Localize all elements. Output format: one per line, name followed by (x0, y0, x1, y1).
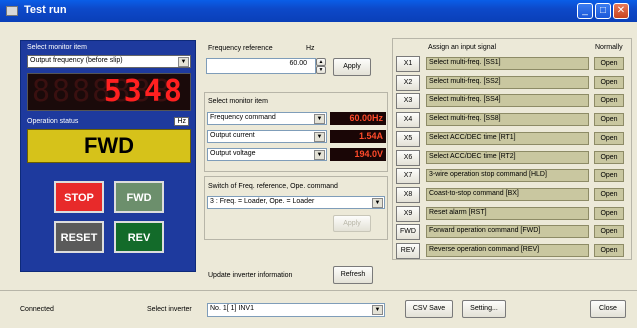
signal-assignment: Select multi-freq. [SS1] (426, 57, 589, 70)
reset-button[interactable]: RESET (54, 221, 104, 253)
monitor-panel: Select monitor item Output frequency (be… (20, 40, 196, 272)
frequency-input[interactable]: 60.00 (206, 58, 316, 74)
spin-down-icon[interactable]: ▼ (316, 66, 326, 74)
monitor-select-value: Output frequency (before slip) (30, 57, 123, 64)
refresh-button[interactable]: Refresh (333, 266, 373, 284)
switch-apply-button[interactable]: Apply (333, 215, 371, 232)
signal-assignment: 3-wire operation stop command [HLD] (426, 169, 589, 182)
input-key-button[interactable]: X2 (396, 75, 420, 91)
close-button[interactable]: Close (590, 300, 626, 318)
signal-assignment: Reverse operation command [REV] (426, 244, 589, 257)
frequency-apply-button[interactable]: Apply (333, 58, 371, 76)
normally-header: Normally (595, 44, 623, 51)
signal-assignment: Select ACC/DEC time [RT2] (426, 151, 589, 164)
led-display: 8888888 5348 (27, 73, 191, 111)
monitor-item-select[interactable]: Frequency command ▼ (207, 112, 327, 125)
title-bar: Test run _ □ ✕ (0, 0, 637, 22)
operation-status-label: Operation status (27, 118, 79, 125)
signal-normal-state: Open (594, 76, 624, 89)
signal-assignment: Coast-to-stop command [BX] (426, 188, 589, 201)
minimize-icon[interactable]: _ (577, 3, 593, 19)
close-icon[interactable]: ✕ (613, 3, 629, 19)
monitor-item-name: Output voltage (210, 150, 256, 157)
signal-normal-state: Open (594, 94, 624, 107)
input-key-button[interactable]: FWD (396, 224, 420, 240)
footer-divider (0, 290, 637, 291)
input-key-button[interactable]: X1 (396, 56, 420, 72)
select-inverter-label: Select inverter (147, 306, 192, 313)
inverter-select[interactable]: No. 1[ 1] INV1 ▼ (207, 303, 385, 317)
input-key-button[interactable]: X9 (396, 206, 420, 222)
chevron-down-icon[interactable]: ▼ (178, 57, 189, 67)
signal-normal-state: Open (594, 207, 624, 220)
maximize-icon[interactable]: □ (595, 3, 611, 19)
switch-label: Switch of Freq. reference, Ope. command (208, 183, 338, 190)
rev-button[interactable]: REV (114, 221, 164, 253)
signal-normal-state: Open (594, 113, 624, 126)
signal-normal-state: Open (594, 132, 624, 145)
monitor-item-select[interactable]: Output voltage ▼ (207, 148, 327, 161)
input-key-button[interactable]: X8 (396, 187, 420, 203)
input-key-button[interactable]: X3 (396, 93, 420, 109)
input-key-button[interactable]: X4 (396, 112, 420, 128)
inverter-value: No. 1[ 1] INV1 (210, 305, 254, 312)
signal-assignment: Reset alarm [RST] (426, 207, 589, 220)
monitor-item-value: 194.0V (330, 148, 386, 161)
signal-assignment: Select ACC/DEC time [RT1] (426, 132, 589, 145)
operation-status-display: FWD (27, 129, 191, 163)
chevron-down-icon[interactable]: ▼ (372, 198, 383, 208)
signal-assignment: Select multi-freq. [SS2] (426, 76, 589, 89)
input-key-button[interactable]: X7 (396, 168, 420, 184)
monitor-select-label: Select monitor item (27, 44, 87, 51)
input-key-button[interactable]: REV (396, 243, 420, 259)
connection-status: Connected (20, 306, 54, 313)
switch-select[interactable]: 3 : Freq. = Loader, Ope. = Loader ▼ (207, 196, 385, 209)
hz-unit: Hz (174, 117, 189, 126)
signal-normal-state: Open (594, 225, 624, 238)
chevron-down-icon[interactable]: ▼ (314, 114, 325, 124)
monitor-item-value: 60.00Hz (330, 112, 386, 125)
signal-normal-state: Open (594, 57, 624, 70)
monitor-item-name: Frequency command (210, 114, 276, 121)
monitor-item-value: 1.54A (330, 130, 386, 143)
frequency-unit: Hz (306, 45, 315, 52)
signal-normal-state: Open (594, 188, 624, 201)
signal-assignment: Forward operation command [FWD] (426, 225, 589, 238)
update-label: Update inverter information (208, 272, 293, 279)
signal-normal-state: Open (594, 151, 624, 164)
assign-signal-header: Assign an input signal (428, 44, 497, 51)
signal-normal-state: Open (594, 244, 624, 257)
monitor-item-name: Output current (210, 132, 255, 139)
chevron-down-icon[interactable]: ▼ (314, 132, 325, 142)
switch-value: 3 : Freq. = Loader, Ope. = Loader (210, 198, 315, 205)
frequency-label: Frequency reference (208, 45, 273, 52)
chevron-down-icon[interactable]: ▼ (314, 150, 325, 160)
window-title: Test run (24, 4, 67, 16)
spin-up-icon[interactable]: ▲ (316, 58, 326, 66)
signal-assignment: Select multi-freq. [SS8] (426, 113, 589, 126)
app-icon (6, 6, 18, 16)
signal-normal-state: Open (594, 169, 624, 182)
input-key-button[interactable]: X5 (396, 131, 420, 147)
setting-button[interactable]: Setting... (462, 300, 506, 318)
input-key-button[interactable]: X6 (396, 150, 420, 166)
led-value: 5348 (103, 74, 184, 109)
stop-button[interactable]: STOP (54, 181, 104, 213)
monitor-select[interactable]: Output frequency (before slip) ▼ (27, 55, 191, 68)
chevron-down-icon[interactable]: ▼ (372, 305, 383, 315)
monitor-item-select[interactable]: Output current ▼ (207, 130, 327, 143)
monitor-items-label: Select monitor item (208, 98, 268, 105)
csv-save-button[interactable]: CSV Save (405, 300, 453, 318)
signal-assignment: Select multi-freq. [SS4] (426, 94, 589, 107)
fwd-button[interactable]: FWD (114, 181, 164, 213)
